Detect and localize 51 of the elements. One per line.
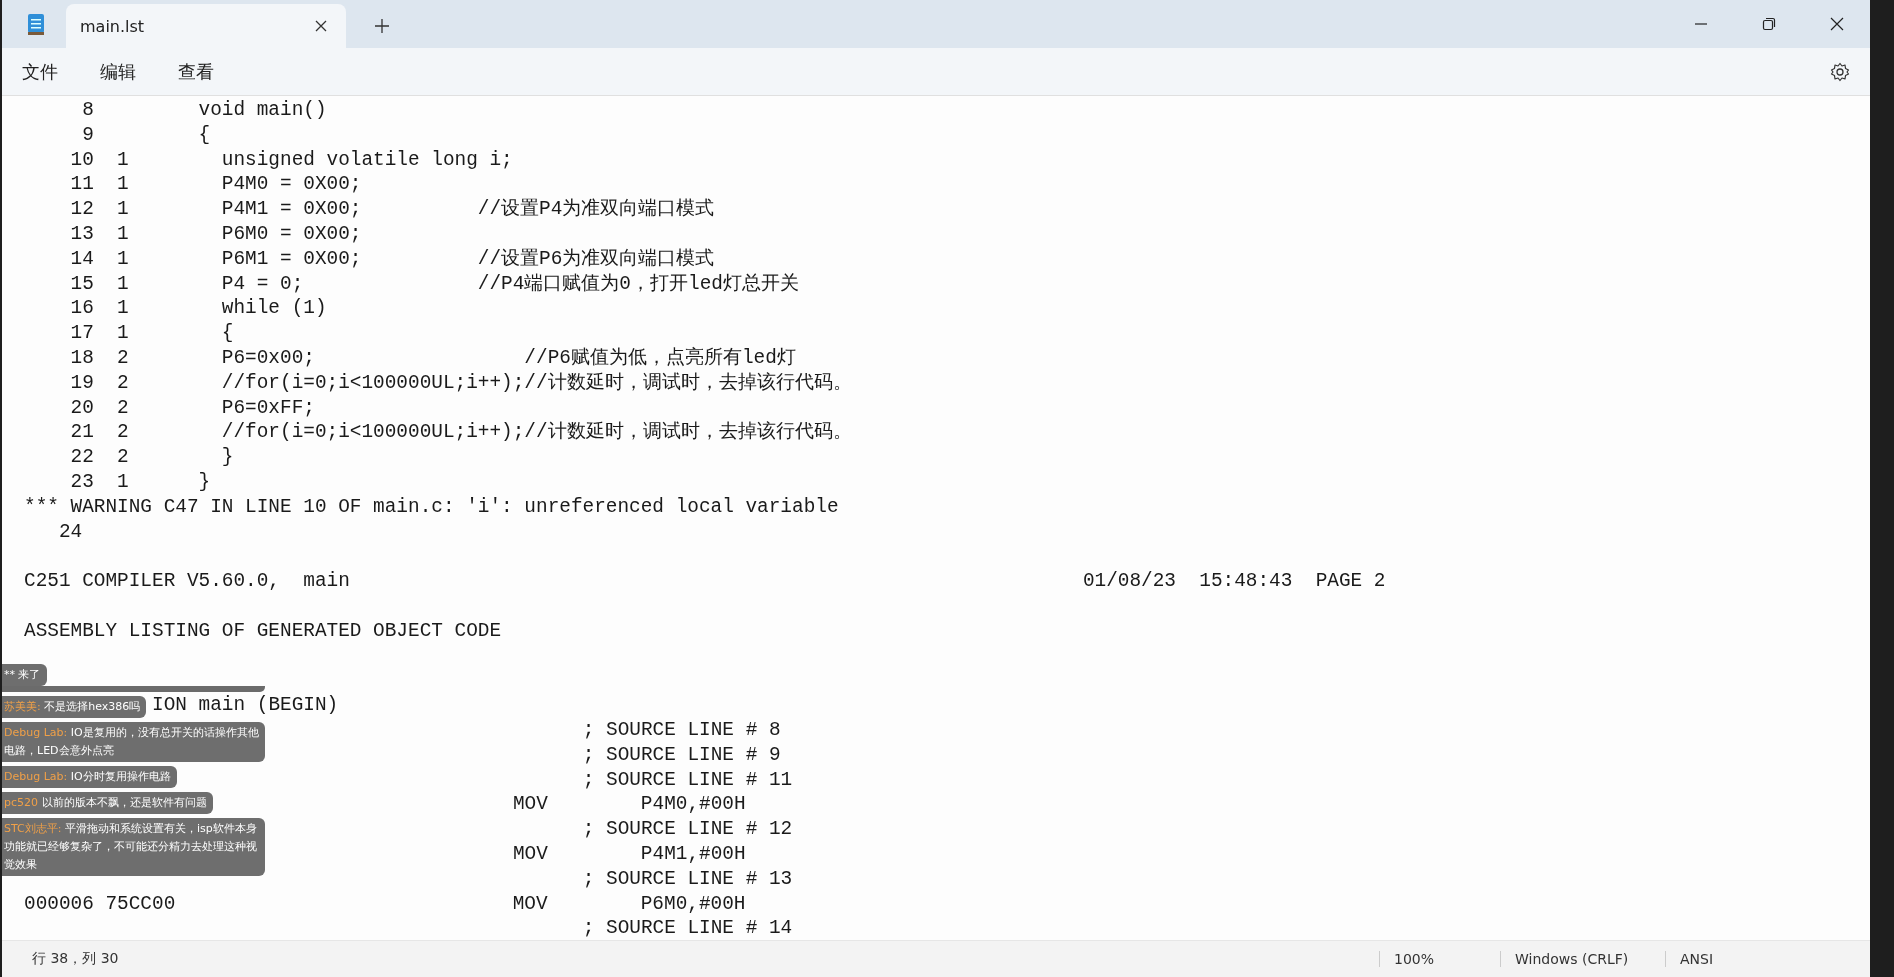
text-line: 10 1 unsigned volatile long i;: [70, 148, 513, 171]
text-line: 17 1 {: [70, 322, 234, 345]
zoom-level: 100%: [1379, 951, 1500, 967]
line-ending: Windows (CRLF): [1500, 951, 1665, 967]
text-line: MOV P4M0,#00H: [512, 793, 746, 816]
text-line: ; SOURCE LINE # 8: [582, 718, 781, 741]
text-line: ; SOURCE LINE # 13: [582, 867, 793, 890]
chat-message: 苏美美: 不是选择hex386吗: [2, 696, 147, 718]
text-line: *** WARNING C47 IN LINE 10 OF main.c: 'i': unreferenced local variable: [24, 495, 839, 518]
text-line: 13 1 P6M0 = 0X00;: [70, 223, 362, 245]
text-line: 21 2 //for(i=0;i<100000UL;i++);//计数延时，调试时，去掉该行代码。: [70, 421, 852, 444]
chat-message: STC刘志平: 平滑拖动和系统设置有关，isp软件本身功能就已经够复杂了，不可能还分精力去处理这种视觉效果: [2, 818, 265, 876]
text-line: 22 2 }: [70, 446, 234, 469]
text-line: 19 2 //for(i=0;i<100000UL;i++);//计数延时，调试时，去掉该行代码。: [70, 371, 852, 394]
chat-message: Debug Lab: IO是复用的，没有总开关的话操作其他电路，LED会意外点亮: [2, 722, 265, 762]
restore-icon[interactable]: [1762, 17, 1776, 31]
text-line: ; SOURCE LINE # 14: [582, 917, 793, 940]
text-line: ION main (BEGIN): [152, 694, 339, 717]
text-line: 20 2 P6=0xFF;: [70, 396, 315, 419]
chat-message: Debug Lab: IO分时复用操作电路: [2, 766, 177, 788]
close-icon[interactable]: [1830, 17, 1844, 31]
text-line: ; SOURCE LINE # 12: [582, 818, 793, 841]
chat-message: ** 来了: [2, 664, 47, 686]
menu-item[interactable]: 编辑: [100, 59, 136, 84]
menu-item[interactable]: 查看: [178, 59, 214, 84]
cursor-position: 行 38，列 30: [32, 950, 119, 968]
text-line: 14 1 P6M1 = 0X00; //设置P6为准双向端口模式: [70, 247, 715, 270]
text-line: 000006 75CC00 MOV P6M0,#00H: [24, 892, 746, 915]
text-line: MOV P4M1,#00H: [512, 842, 746, 865]
notepad-icon: [26, 12, 46, 36]
close-icon[interactable]: [314, 19, 328, 33]
text-line: 23 1 }: [70, 470, 211, 493]
text-line: 16 1 while (1): [70, 297, 327, 320]
encoding: ANSI: [1665, 951, 1870, 967]
file-tab[interactable]: main.lst: [66, 4, 346, 48]
menu-item[interactable]: 文件: [22, 59, 58, 84]
tab-title: main.lst: [80, 16, 145, 36]
text-line: ASSEMBLY LISTING OF GENERATED OBJECT CODE: [24, 619, 502, 642]
text-line: 18 2 P6=0x00; //P6赋值为低，点亮所有led灯: [70, 346, 796, 369]
text-line: 11 1 P4M0 = 0X00;: [70, 173, 362, 196]
chat-message: pc520 以前的版本不飘，还是软件有问题: [2, 792, 213, 814]
text-line: ; SOURCE LINE # 9: [582, 743, 781, 766]
settings-icon[interactable]: [1830, 61, 1850, 82]
text-line: 12 1 P4M1 = 0X00; //设置P4为准双向端口模式: [70, 198, 715, 221]
text-line: C251 COMPILER V5.60.0, main 01/08/23 15:48:43 PAGE 2: [24, 570, 1386, 593]
text-line: 8 void main(): [82, 99, 327, 121]
plus-icon[interactable]: [374, 18, 390, 34]
text-line: 24: [58, 520, 83, 543]
text-line: 15 1 P4 = 0; //P4端口赋值为0，打开led灯总开关: [70, 272, 799, 295]
text-line: 9 {: [82, 123, 211, 146]
text-line: ; SOURCE LINE # 11: [582, 768, 793, 791]
